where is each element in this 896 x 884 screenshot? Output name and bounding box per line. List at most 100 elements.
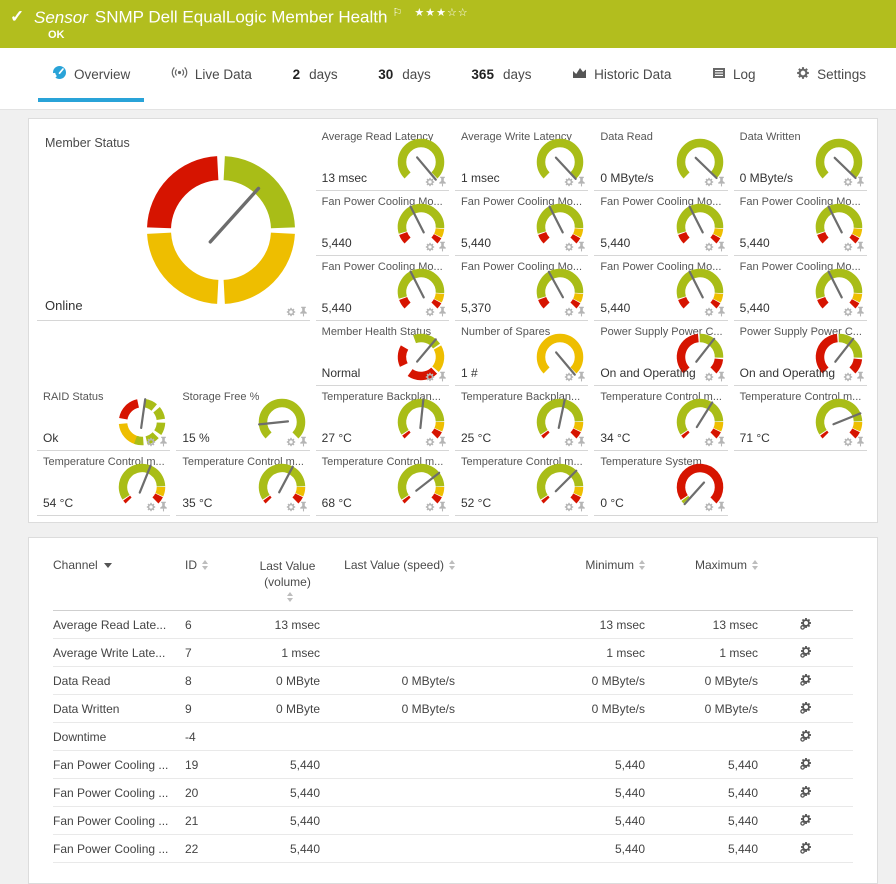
gear-icon[interactable] — [704, 369, 714, 387]
gear-icon[interactable] — [564, 239, 574, 257]
pin-icon[interactable] — [856, 174, 865, 192]
col-header-minimum[interactable]: Minimum — [455, 558, 645, 572]
gauge-value: 5,440 — [322, 301, 352, 315]
col-header-channel[interactable]: Channel — [53, 558, 185, 572]
pin-icon[interactable] — [856, 239, 865, 257]
gauge-value: 1 # — [461, 366, 478, 380]
gear-icon[interactable] — [704, 304, 714, 322]
gauge-value: 0 MByte/s — [600, 171, 653, 185]
pin-icon[interactable] — [438, 304, 447, 322]
gauge-cell: Temperature Control m...71 °C — [734, 386, 867, 451]
pin-icon[interactable] — [577, 434, 586, 452]
gear-icon[interactable] — [425, 499, 435, 517]
pin-icon[interactable] — [717, 369, 726, 387]
gear-icon[interactable] — [704, 174, 714, 192]
gear-icon[interactable] — [843, 174, 853, 192]
edit-channel-icon[interactable] — [758, 785, 853, 801]
edit-channel-icon[interactable] — [758, 841, 853, 857]
pin-icon[interactable] — [717, 304, 726, 322]
gear-icon[interactable] — [843, 304, 853, 322]
col-header-last-speed[interactable]: Last Value (speed) — [320, 558, 455, 572]
tab-label: days — [309, 67, 338, 82]
gear-icon[interactable] — [843, 239, 853, 257]
pin-icon[interactable] — [717, 499, 726, 517]
gear-icon[interactable] — [564, 174, 574, 192]
pin-icon[interactable] — [438, 499, 447, 517]
gear-icon[interactable] — [704, 434, 714, 452]
col-header-maximum[interactable]: Maximum — [645, 558, 758, 572]
col-header-last-volume[interactable]: Last Value (volume) — [255, 558, 320, 602]
pin-icon[interactable] — [438, 174, 447, 192]
channel-minimum: 5,440 — [455, 814, 645, 828]
tab-log[interactable]: Log — [698, 50, 770, 102]
edit-channel-icon[interactable] — [758, 701, 853, 717]
edit-channel-icon[interactable] — [758, 757, 853, 773]
gear-icon[interactable] — [146, 499, 156, 517]
gear-icon[interactable] — [425, 304, 435, 322]
gauge-value: 13 msec — [322, 171, 367, 185]
pin-icon[interactable] — [577, 304, 586, 322]
edit-channel-icon[interactable] — [758, 673, 853, 689]
pin-icon[interactable] — [577, 369, 586, 387]
edit-channel-icon[interactable] — [758, 617, 853, 633]
pin-icon[interactable] — [856, 304, 865, 322]
pin-icon[interactable] — [438, 239, 447, 257]
tab-live-data[interactable]: Live Data — [157, 50, 266, 102]
tab-label: days — [503, 67, 532, 82]
gear-icon[interactable] — [704, 239, 714, 257]
tab-settings[interactable]: Settings — [782, 50, 880, 102]
tab-historic-data[interactable]: Historic Data — [558, 50, 685, 102]
channel-maximum: 1 msec — [645, 646, 758, 660]
pin-icon[interactable] — [577, 499, 586, 517]
channel-row: Downtime-4 — [53, 723, 853, 751]
priority-stars[interactable]: ★★★☆☆ — [414, 7, 468, 19]
gear-icon[interactable] — [425, 369, 435, 387]
tab-30-days[interactable]: 30days — [364, 50, 445, 102]
pin-icon[interactable] — [299, 434, 308, 452]
gear-icon[interactable] — [286, 434, 296, 452]
gear-icon[interactable] — [425, 174, 435, 192]
edit-channel-icon[interactable] — [758, 813, 853, 829]
pin-icon[interactable] — [299, 499, 308, 517]
channel-table: ChannelIDLast Value (volume)Last Value (… — [53, 556, 853, 863]
edit-channel-icon[interactable] — [758, 645, 853, 661]
edit-channel-icon[interactable] — [758, 729, 853, 745]
gauge-cell: Average Write Latency1 msec — [455, 126, 588, 191]
pin-icon[interactable] — [717, 434, 726, 452]
gauge-value: 1 msec — [461, 171, 500, 185]
gear-icon[interactable] — [564, 434, 574, 452]
pin-icon[interactable] — [438, 369, 447, 387]
col-header-id[interactable]: ID — [185, 558, 255, 572]
pin-icon[interactable] — [856, 369, 865, 387]
pin-icon[interactable] — [159, 499, 168, 517]
gear-icon[interactable] — [146, 434, 156, 452]
gear-icon[interactable] — [564, 369, 574, 387]
gear-icon[interactable] — [704, 499, 714, 517]
gear-icon[interactable] — [843, 434, 853, 452]
gear-icon[interactable] — [425, 434, 435, 452]
gear-icon[interactable] — [564, 304, 574, 322]
gear-icon[interactable] — [843, 369, 853, 387]
channel-last-volume: 0 MByte — [255, 702, 320, 716]
pin-icon[interactable] — [299, 304, 308, 322]
tab-365-days[interactable]: 365days — [457, 50, 545, 102]
pin-icon[interactable] — [438, 434, 447, 452]
pin-icon[interactable] — [577, 239, 586, 257]
pin-icon[interactable] — [717, 174, 726, 192]
gear-icon[interactable] — [425, 239, 435, 257]
sort-icon — [287, 592, 293, 602]
gauge-value: 0 MByte/s — [740, 171, 793, 185]
gear-icon[interactable] — [286, 499, 296, 517]
pin-icon[interactable] — [856, 434, 865, 452]
channel-maximum: 5,440 — [645, 842, 758, 856]
gauge-member-status: Member StatusOnline — [37, 126, 310, 321]
channel-last-volume: 1 msec — [255, 646, 320, 660]
gear-icon[interactable] — [564, 499, 574, 517]
gauge-value: 27 °C — [322, 431, 352, 445]
pin-icon[interactable] — [159, 434, 168, 452]
tab-2-days[interactable]: 2days — [279, 50, 352, 102]
tab-overview[interactable]: Overview — [38, 50, 144, 102]
pin-icon[interactable] — [577, 174, 586, 192]
pin-icon[interactable] — [717, 239, 726, 257]
gear-icon[interactable] — [286, 304, 296, 322]
